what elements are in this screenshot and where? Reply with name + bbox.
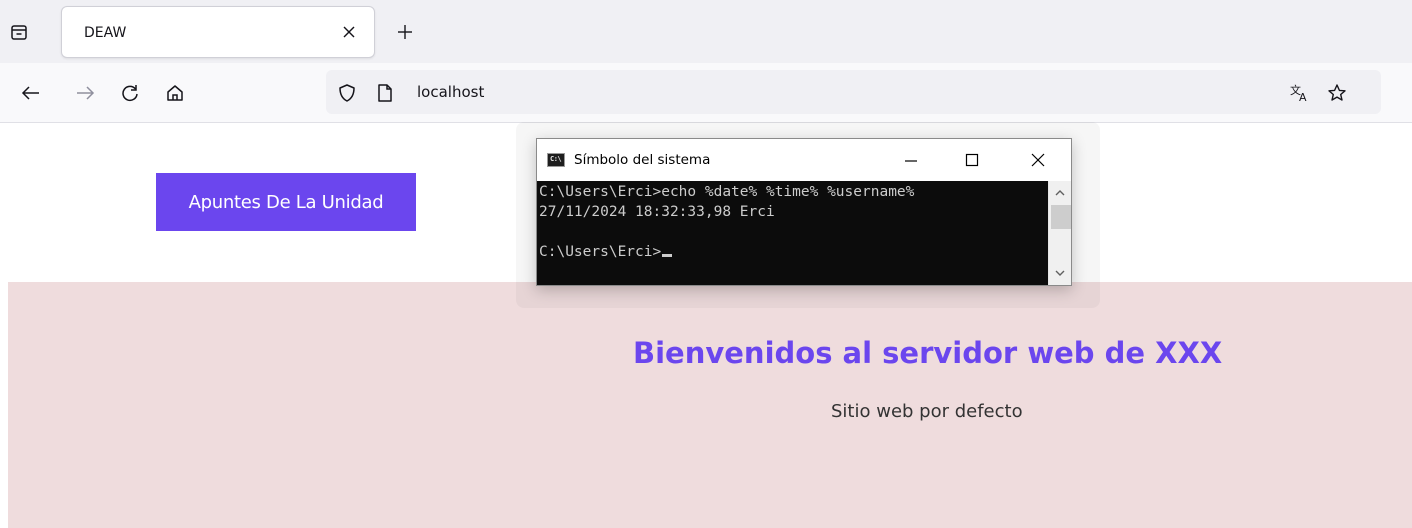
chevron-up-icon xyxy=(1055,190,1065,196)
cmd-scrollbar[interactable] xyxy=(1048,181,1071,285)
close-icon xyxy=(1031,153,1045,167)
scroll-thumb[interactable] xyxy=(1051,205,1071,229)
browser-nav-bar: localhost 文 A xyxy=(0,63,1412,123)
browser-tab-bar: DEAW xyxy=(0,0,1412,63)
text-cursor xyxy=(662,254,673,257)
console-line: C:\Users\Erci>echo %date% %time% %userna… xyxy=(539,184,915,200)
page-subtitle: Sitio web por defecto xyxy=(831,401,1023,422)
back-button[interactable] xyxy=(18,80,44,106)
forward-arrow-icon xyxy=(77,86,95,100)
tracking-protection-button[interactable] xyxy=(336,82,358,104)
new-tab-icon xyxy=(398,25,412,39)
cmd-title: Símbolo del sistema xyxy=(574,152,711,168)
active-tab[interactable]: DEAW xyxy=(61,6,375,58)
cmd-console[interactable]: C:\Users\Erci>echo %date% %time% %userna… xyxy=(537,181,1048,285)
home-icon xyxy=(167,85,183,101)
cmd-app-icon: C:\ xyxy=(547,153,565,167)
cmd-app-icon-label: C:\ xyxy=(550,155,562,163)
console-line: 27/11/2024 18:32:33,98 Erci xyxy=(539,204,775,220)
back-arrow-icon xyxy=(21,86,39,100)
scroll-up-button[interactable] xyxy=(1049,183,1071,203)
maximize-button[interactable] xyxy=(949,139,995,181)
bookmark-button[interactable] xyxy=(1326,82,1348,104)
reload-icon xyxy=(122,85,138,102)
apuntes-button[interactable]: Apuntes De La Unidad xyxy=(156,173,416,231)
forward-button[interactable] xyxy=(72,80,98,106)
new-tab-button[interactable] xyxy=(393,20,417,44)
reload-button[interactable] xyxy=(117,80,143,106)
maximize-icon xyxy=(965,153,979,167)
shield-icon xyxy=(339,84,355,102)
site-info-button[interactable] xyxy=(374,82,396,104)
minimize-button[interactable] xyxy=(888,139,934,181)
tab-list-button[interactable] xyxy=(8,20,30,44)
minimize-icon xyxy=(905,160,917,162)
translate-button[interactable]: 文 A xyxy=(1289,82,1311,104)
page-icon xyxy=(378,84,392,102)
console-prompt: C:\Users\Erci> xyxy=(539,244,662,260)
tab-list-icon xyxy=(11,25,27,40)
bookmark-star-icon xyxy=(1328,84,1346,101)
tab-title: DEAW xyxy=(84,25,127,41)
url-bar[interactable]: localhost 文 A xyxy=(326,70,1381,114)
scroll-down-button[interactable] xyxy=(1049,263,1071,283)
chevron-down-icon xyxy=(1055,270,1065,276)
translate-icon: 文 A xyxy=(1290,83,1307,103)
close-window-button[interactable] xyxy=(1015,139,1061,181)
home-button[interactable] xyxy=(162,80,188,106)
url-text: localhost xyxy=(417,83,485,101)
close-icon xyxy=(343,26,355,38)
page-title: Bienvenidos al servidor web de XXX xyxy=(633,336,1223,370)
hero-section: Bienvenidos al servidor web de XXX Sitio… xyxy=(8,282,1412,528)
console-prompt-line[interactable]: C:\Users\Erci> xyxy=(539,242,1048,262)
cmd-window[interactable]: C:\ Símbolo del sistema C:\Users\Erci>ec… xyxy=(536,138,1072,286)
cmd-titlebar[interactable]: C:\ Símbolo del sistema xyxy=(537,139,1071,181)
screen: DEAW localhost 文 A Apuntes De La Unidad … xyxy=(0,0,1412,528)
svg-text:A: A xyxy=(1299,91,1307,103)
tab-close-button[interactable] xyxy=(338,21,360,43)
